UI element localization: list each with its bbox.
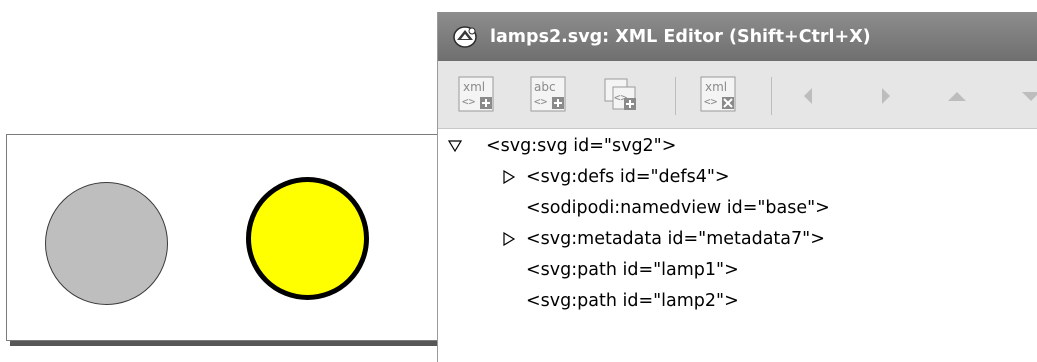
- xml-node-lamp2[interactable]: <svg:path id="lamp2">: [526, 287, 739, 315]
- canvas-page[interactable]: [6, 134, 438, 341]
- new-text-icon-text: abc: [534, 80, 556, 94]
- xml-node-svg2[interactable]: <svg:svg id="svg2">: [486, 132, 676, 160]
- delete-node-button[interactable]: xml <>: [700, 76, 738, 114]
- expander-right-icon[interactable]: [502, 232, 516, 246]
- lamp2-circle[interactable]: [246, 177, 369, 300]
- unindent-node-arrow-left-icon[interactable]: [798, 85, 820, 107]
- new-text-node-button[interactable]: abc <>: [530, 76, 568, 114]
- xml-editor-window: lamps2.svg: XML Editor (Shift+Ctrl+X) xm…: [437, 12, 1037, 362]
- indent-node-arrow-right-icon[interactable]: [874, 85, 896, 107]
- lower-node-arrow-down-icon[interactable]: [1020, 85, 1037, 107]
- svg-text:<>: <>: [534, 95, 548, 108]
- lamp1-circle[interactable]: [45, 182, 168, 305]
- toolbar: xml <> abc <> <> xml <>: [438, 61, 1037, 129]
- raise-node-arrow-up-icon[interactable]: [946, 85, 968, 107]
- xml-node-defs4[interactable]: <svg:defs id="defs4">: [526, 163, 730, 191]
- svg-text:<>: <>: [462, 95, 476, 108]
- inkscape-icon: [453, 25, 477, 48]
- expander-down-icon[interactable]: [448, 139, 462, 153]
- delete-icon-text: xml: [705, 80, 727, 94]
- svg-text:<>: <>: [704, 95, 718, 108]
- new-element-node-button[interactable]: xml <>: [458, 76, 496, 114]
- title-bar[interactable]: lamps2.svg: XML Editor (Shift+Ctrl+X): [438, 12, 1037, 61]
- xml-node-namedview[interactable]: <sodipodi:namedview id="base">: [526, 194, 830, 222]
- toolbar-separator: [675, 77, 676, 115]
- xml-node-tree[interactable]: <svg:svg id="svg2"> <svg:defs id="defs4"…: [438, 129, 1037, 362]
- new-element-icon-text: xml: [463, 80, 485, 94]
- window-title: lamps2.svg: XML Editor (Shift+Ctrl+X): [490, 26, 871, 47]
- duplicate-node-button[interactable]: <>: [602, 76, 640, 114]
- xml-node-metadata7[interactable]: <svg:metadata id="metadata7">: [526, 225, 825, 253]
- toolbar-separator: [771, 77, 772, 115]
- xml-node-lamp1[interactable]: <svg:path id="lamp1">: [526, 256, 739, 284]
- expander-right-icon[interactable]: [502, 170, 516, 184]
